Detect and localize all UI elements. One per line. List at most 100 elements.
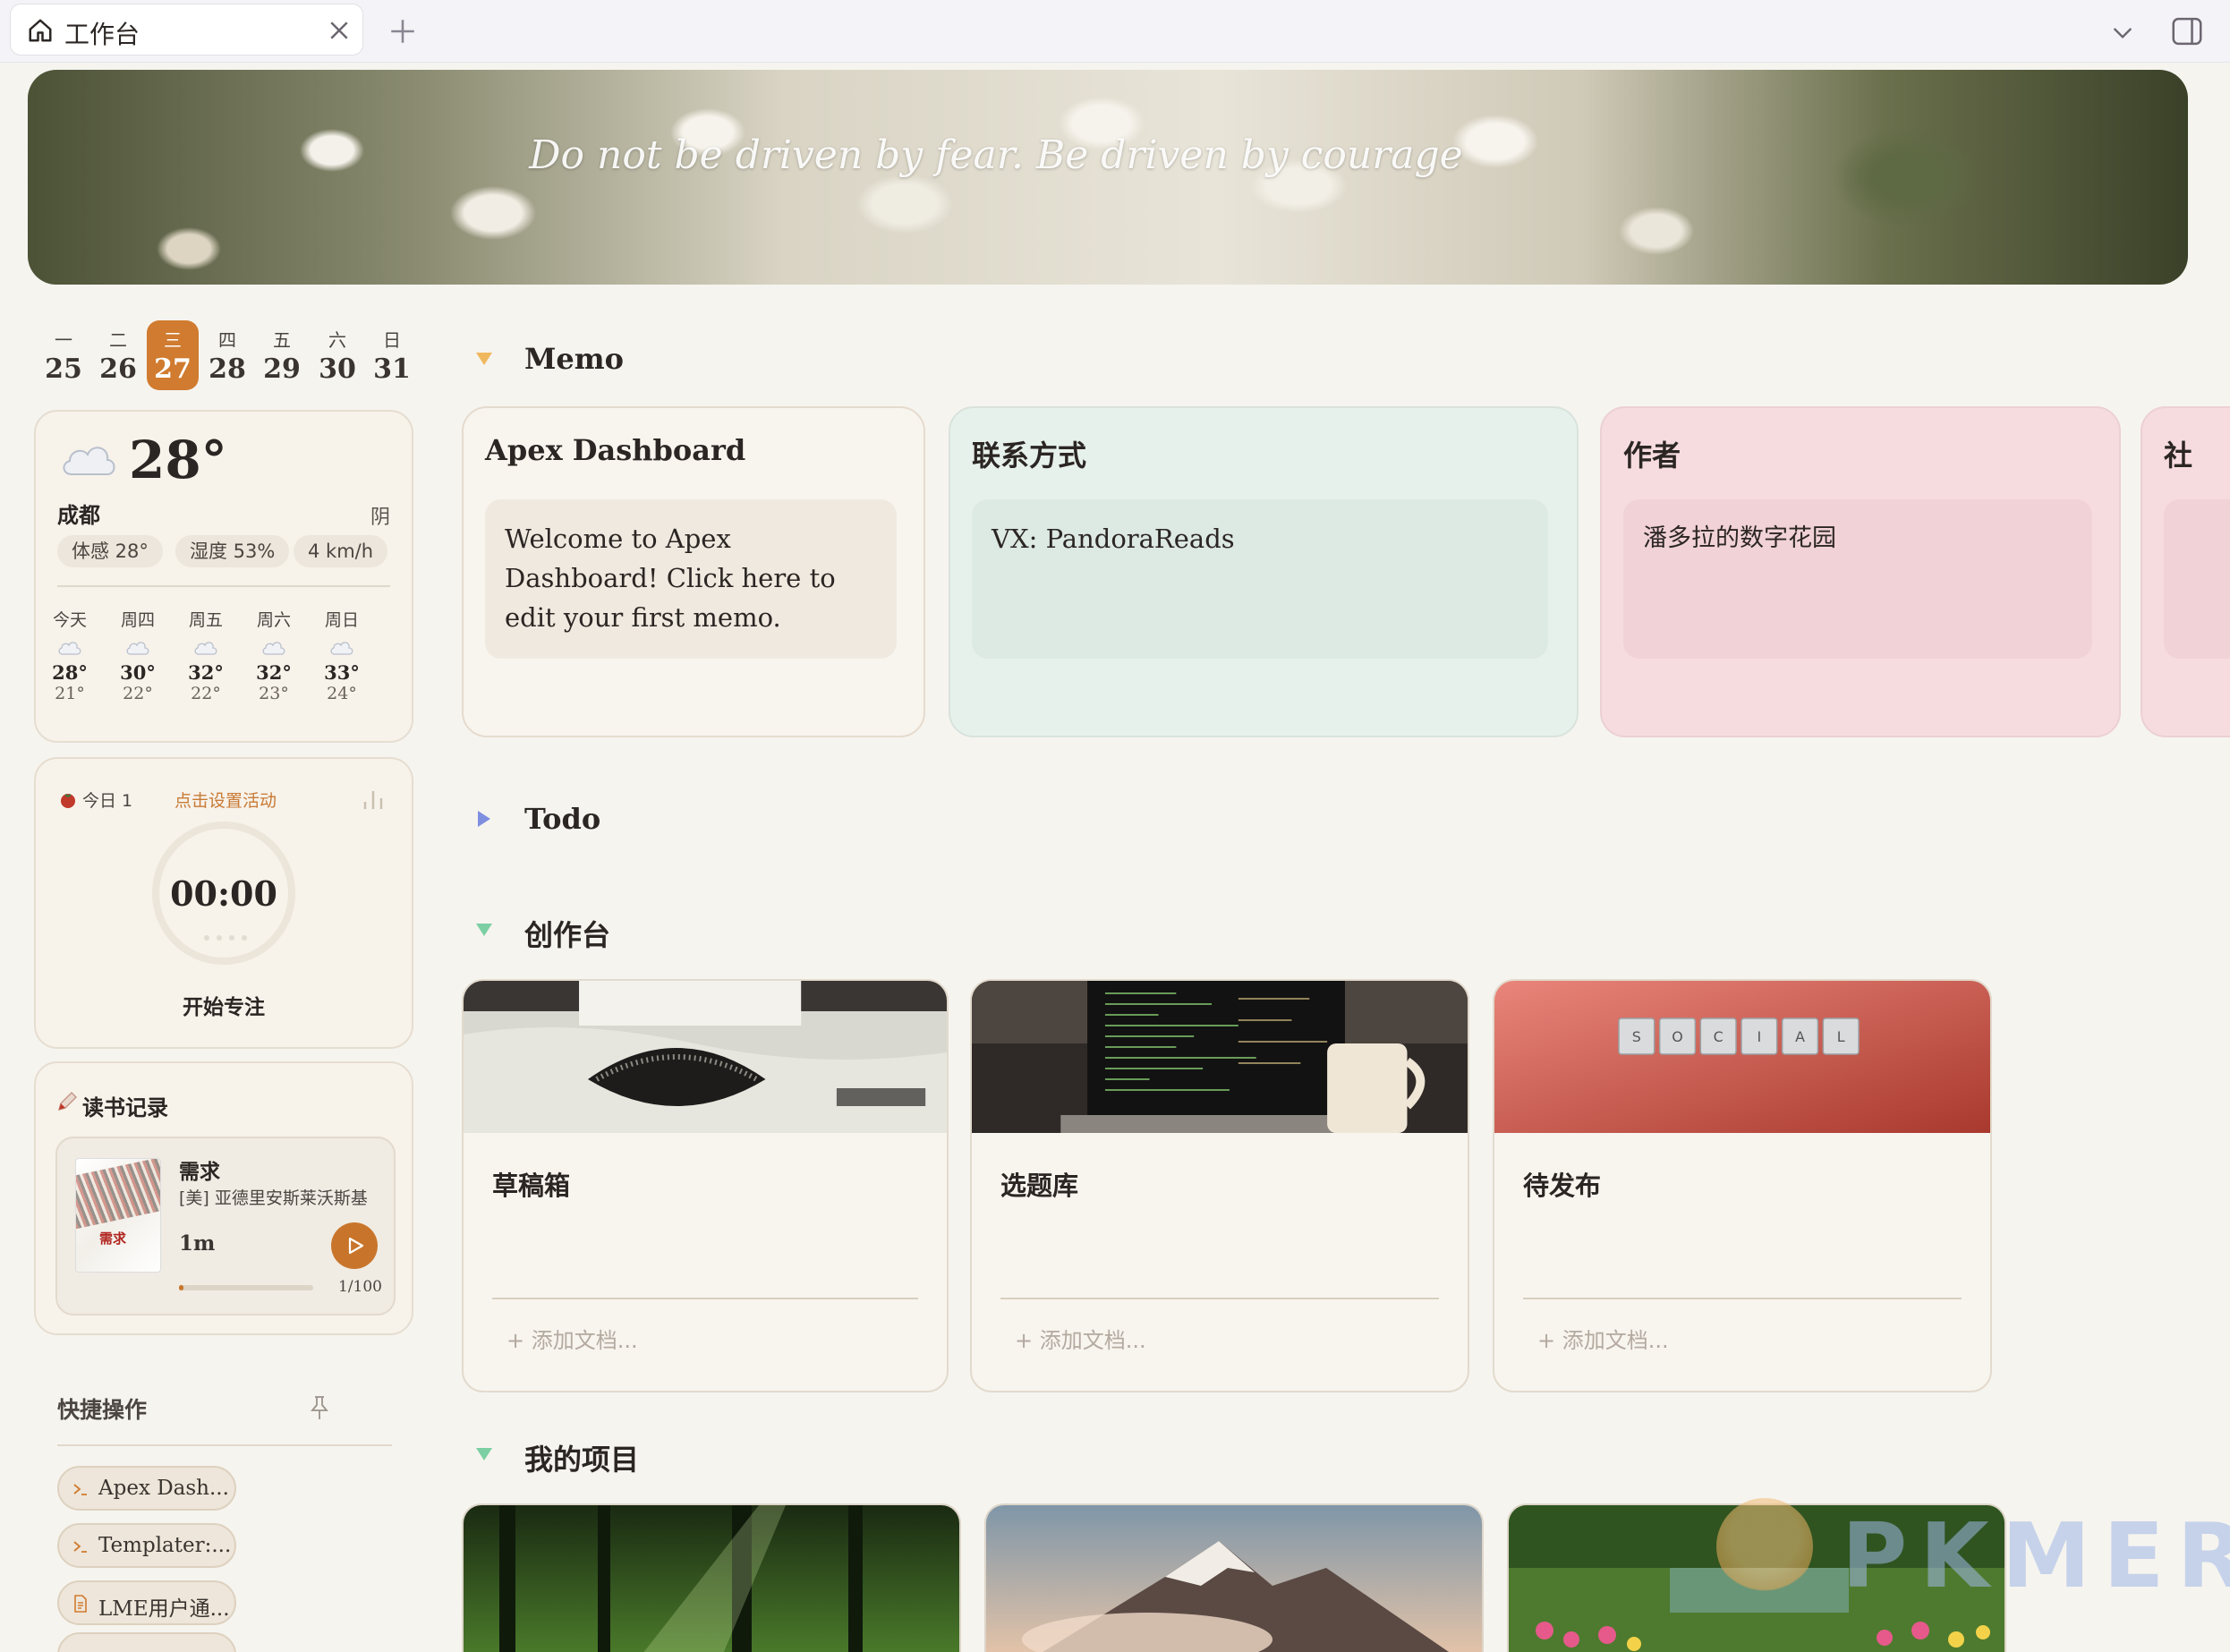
pkmer-logo-icon <box>1716 1498 1813 1595</box>
tab-workbench[interactable]: 工作台 <box>10 4 363 55</box>
forecast-day-label: 周四 <box>120 610 155 630</box>
forecast-day: 周六 32° 23° <box>247 607 301 703</box>
book-cover: 需求 <box>75 1158 161 1273</box>
section-title: 我的项目 <box>524 1443 640 1477</box>
forecast-low: 22° <box>123 684 153 703</box>
divider <box>1523 1298 1962 1299</box>
close-icon[interactable] <box>326 17 353 44</box>
weekday-label: 一 <box>55 329 72 351</box>
humidity-badge: 湿度 53% <box>175 535 290 567</box>
quick-action-button[interactable]: Apex Dash... <box>57 1466 236 1511</box>
play-icon <box>348 1237 364 1255</box>
forecast-low: 24° <box>327 684 357 703</box>
reading-progress-bar <box>179 1285 313 1290</box>
svg-text:O: O <box>1672 1028 1683 1045</box>
cloud-icon <box>194 642 217 655</box>
current-temperature: 28° <box>129 430 227 490</box>
document-icon <box>74 1595 87 1613</box>
new-tab-button[interactable] <box>387 16 418 47</box>
svg-text:I: I <box>1758 1028 1762 1045</box>
forecast-low: 23° <box>259 684 289 703</box>
weekday-label: 三 <box>164 329 182 351</box>
collapse-arrow-icon <box>476 1448 492 1460</box>
forecast-day-label: 周六 <box>256 610 291 630</box>
reading-card: 读书记录 需求 需求 [美] 亚德里安斯莱沃斯基 1m 1/100 <box>34 1061 413 1335</box>
stats-icon[interactable] <box>360 782 387 814</box>
calendar-day[interactable]: 五 29 <box>256 320 308 390</box>
divider <box>57 585 390 587</box>
cloud-icon <box>126 642 149 655</box>
quick-action-partial[interactable] <box>57 1632 236 1652</box>
forecast-day-label: 周五 <box>188 610 223 630</box>
day-number: 26 <box>99 353 137 385</box>
calendar-day[interactable]: 二 26 <box>92 320 144 390</box>
book-item[interactable]: 需求 需求 [美] 亚德里安斯莱沃斯基 1m 1/100 <box>55 1137 396 1316</box>
create-card-title: 选题库 <box>1000 1171 1079 1201</box>
quick-action-button[interactable]: LME用户通... <box>57 1580 236 1625</box>
divider <box>57 1444 392 1446</box>
memo-body <box>2164 499 2230 659</box>
city-name: 成都 <box>57 503 100 528</box>
quick-action-label: Templater:... <box>98 1534 232 1557</box>
forecast-day: 周四 30° 22° <box>111 607 165 703</box>
cloud-icon <box>58 642 81 655</box>
add-document-button[interactable]: + 添加文档... <box>1537 1323 1669 1354</box>
forecast-high: 30° <box>120 661 156 684</box>
weekday-label: 六 <box>328 329 346 351</box>
cloud-icon <box>330 642 353 655</box>
calendar-day[interactable]: 三 27 <box>147 320 199 390</box>
play-button[interactable] <box>331 1222 378 1269</box>
book-duration: 1m <box>179 1231 216 1256</box>
section-title: Memo <box>524 342 624 376</box>
start-focus-button[interactable]: 开始专注 <box>36 990 412 1020</box>
memo-body: Welcome to Apex Dashboard! Click here to… <box>485 499 897 659</box>
add-document-button[interactable]: + 添加文档... <box>1015 1323 1146 1354</box>
chevron-down-icon[interactable] <box>2108 18 2137 47</box>
reading-progress-text: 1/100 <box>338 1278 382 1296</box>
create-card[interactable]: 选题库 + 添加文档... <box>970 979 1469 1392</box>
add-document-button[interactable]: + 添加文档... <box>506 1323 638 1354</box>
collapse-arrow-icon <box>476 353 492 365</box>
sidebar-toggle-icon[interactable] <box>2171 16 2203 47</box>
project-card[interactable] <box>462 1503 961 1652</box>
quick-action-label: LME用户通... <box>98 1597 230 1621</box>
forest-image <box>464 1505 959 1652</box>
calendar-day[interactable]: 四 28 <box>201 320 253 390</box>
feels-like-badge: 体感 28° <box>57 535 163 567</box>
memo-card[interactable]: Apex Dashboard Welcome to Apex Dashboard… <box>462 406 925 737</box>
tab-title: 工作台 <box>64 20 140 49</box>
create-card[interactable]: S O C I A L 待发布 + 添加文档... <box>1493 979 1992 1392</box>
forecast-day: 周日 33° 24° <box>315 607 369 703</box>
timer-display: 00:00 <box>170 873 277 914</box>
calendar-day[interactable]: 日 31 <box>366 320 418 390</box>
memo-card[interactable]: 社 <box>2141 406 2230 737</box>
cloud-icon <box>262 642 285 655</box>
svg-text:C: C <box>1714 1028 1724 1045</box>
memo-body: 潘多拉的数字花园 <box>1623 499 2092 659</box>
pin-icon[interactable] <box>308 1394 331 1421</box>
calendar-day[interactable]: 六 30 <box>311 320 363 390</box>
memo-title: 联系方式 <box>972 439 1087 473</box>
watermark-text: PKMER <box>1842 1503 2230 1608</box>
memo-body: VX: PandoraReads <box>972 499 1548 659</box>
forecast-high: 32° <box>256 661 292 684</box>
project-card[interactable] <box>984 1503 1484 1652</box>
book-author: [美] 亚德里安斯莱沃斯基 <box>179 1188 368 1208</box>
reading-progress-fill <box>179 1285 183 1290</box>
forecast-low: 21° <box>55 684 85 703</box>
memo-title: Apex Dashboard <box>485 433 746 467</box>
memo-card[interactable]: 作者 潘多拉的数字花园 <box>1600 406 2121 737</box>
week-strip: 一 25 二 26 三 27 四 28 五 29 六 30 日 31 <box>38 320 413 390</box>
memo-card[interactable]: 联系方式 VX: PandoraReads <box>949 406 1579 737</box>
calendar-day[interactable]: 一 25 <box>38 320 89 390</box>
laptop-coffee-image <box>972 981 1468 1133</box>
book-title: 需求 <box>179 1161 220 1184</box>
forecast-low: 22° <box>191 684 221 703</box>
quick-action-button[interactable]: Templater:... <box>57 1523 236 1568</box>
set-activity-link[interactable]: 点击设置活动 <box>174 788 277 812</box>
weekday-label: 日 <box>383 329 401 351</box>
forecast-high: 33° <box>324 661 360 684</box>
tab-bar: 工作台 <box>0 0 2230 63</box>
create-card[interactable]: 草稿箱 + 添加文档... <box>462 979 949 1392</box>
session-dots <box>204 935 247 941</box>
